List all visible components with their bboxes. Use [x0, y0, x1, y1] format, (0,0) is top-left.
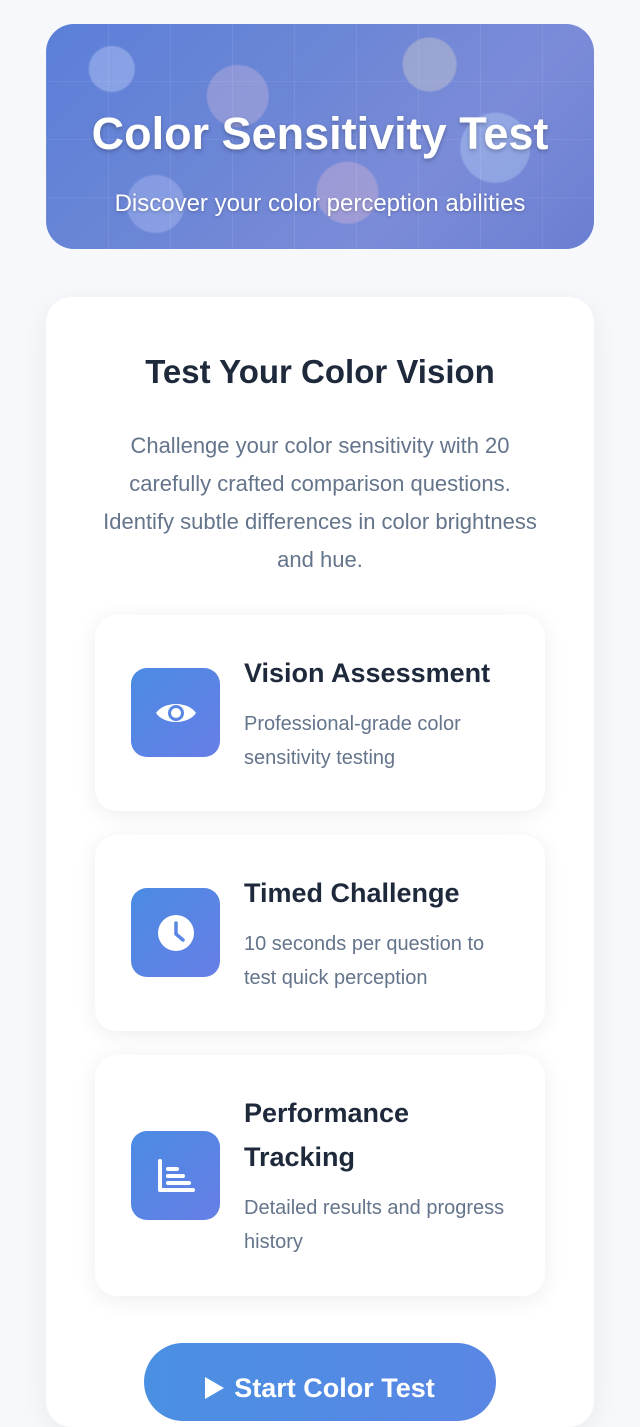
- page-title: Color Sensitivity Test: [91, 108, 549, 159]
- feature-text: Detailed results and progress history: [244, 1197, 505, 1253]
- intro-card: Test Your Color Vision Challenge your co…: [46, 297, 594, 1427]
- feature-text: Professional-grade color sensitivity tes…: [244, 713, 461, 769]
- feature-title: Performance Tracking: [244, 1098, 410, 1172]
- feature-text: 10 seconds per question to test quick pe…: [244, 933, 485, 989]
- intro-description: Challenge your color sensitivity with 20…: [103, 433, 537, 572]
- intro-title: Test Your Color Vision: [145, 353, 495, 390]
- feature-title: Vision Assessment: [244, 658, 491, 688]
- start-test-label: Start Color Test: [234, 1373, 435, 1403]
- clock-icon: [131, 888, 220, 977]
- hero-banner: Color Sensitivity Test Discover your col…: [46, 24, 594, 249]
- page-subtitle: Discover your color perception abilities: [114, 190, 526, 217]
- feature-card-vision: Vision Assessment Professional-grade col…: [95, 615, 545, 811]
- eye-icon: [131, 668, 220, 757]
- feature-card-timed: Timed Challenge 10 seconds per question …: [95, 835, 545, 1031]
- feature-card-tracking: Performance Tracking Detailed results an…: [95, 1055, 545, 1296]
- play-icon: [205, 1377, 225, 1399]
- start-test-button[interactable]: Start Color Test: [144, 1343, 496, 1421]
- feature-title: Timed Challenge: [244, 878, 460, 908]
- bar-chart-icon: [131, 1131, 220, 1220]
